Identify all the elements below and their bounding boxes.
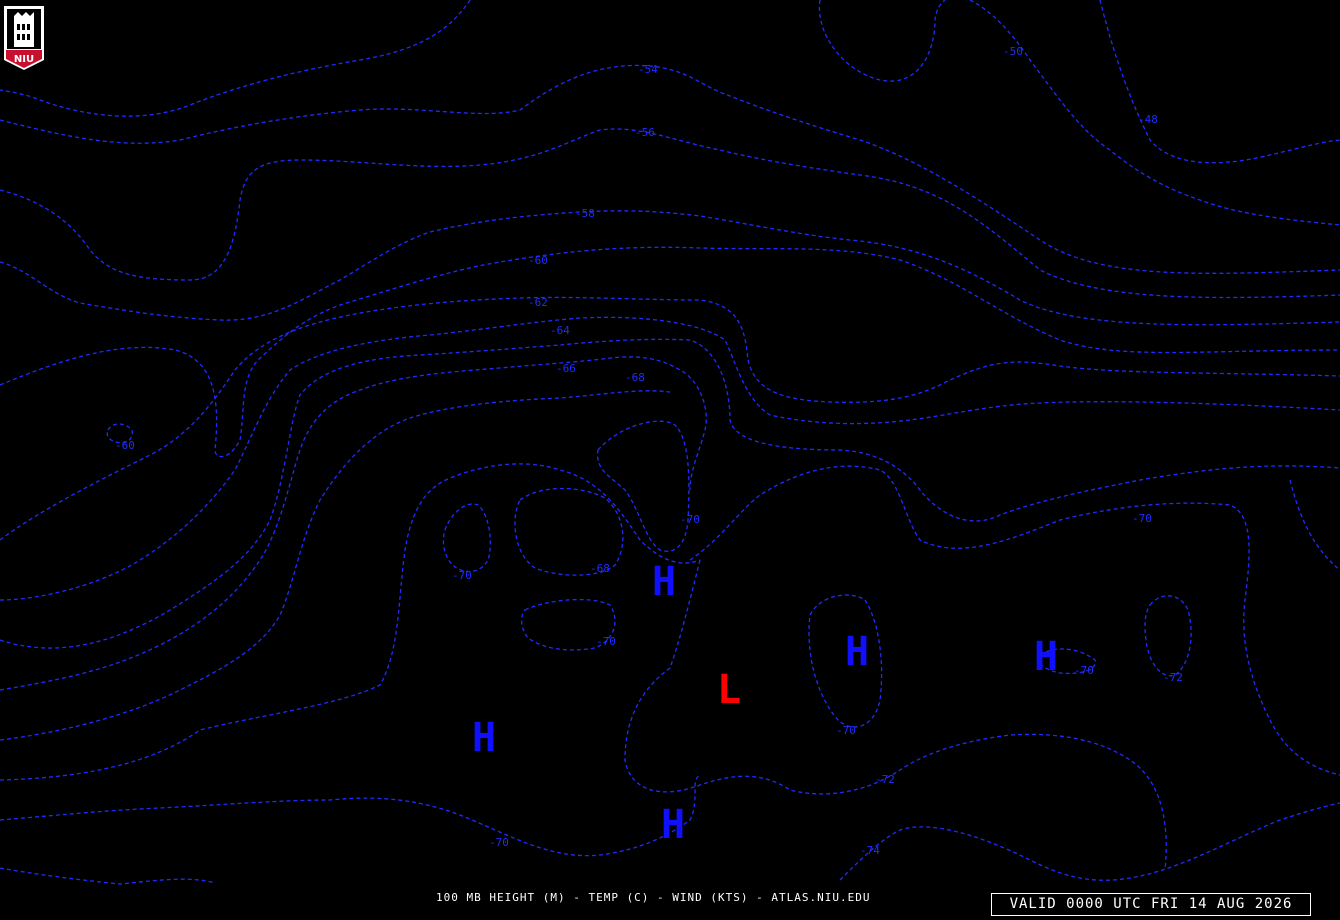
contour-line (0, 64, 1340, 274)
contour-label: -68 (590, 562, 610, 575)
contour-label: -60 (528, 254, 548, 267)
contour-label: -70 (452, 569, 472, 582)
high-pressure-center: H (845, 629, 869, 675)
contour-line (1289, 479, 1340, 571)
contour-label: -74 (860, 844, 880, 857)
contour-line (0, 296, 1340, 541)
contour-line (0, 210, 1340, 326)
niu-logo: NIU (4, 6, 44, 70)
contour-line (624, 559, 1167, 871)
contour-line (1144, 595, 1192, 677)
product-label: 100 MB HEIGHT (M) - TEMP (C) - WIND (KTS… (436, 891, 871, 904)
contour-line (0, 463, 701, 781)
pressure-centers: H H H H H L (472, 559, 1058, 848)
contour-label: -64 (550, 324, 570, 337)
weather-map: -50 -48 -54 -56 -58 -60 -62 -64 -66 -68 … (0, 0, 1340, 920)
contour-label: -70 (1132, 512, 1152, 525)
contour-line (818, 0, 946, 82)
logo-window (22, 34, 25, 40)
contour-label: -50 (1003, 45, 1023, 58)
valid-time-label: VALID 0000 UTC FRI 14 AUG 2026 (991, 893, 1311, 916)
contour-label: -56 (635, 126, 655, 139)
contour-label: -60 (115, 439, 135, 452)
high-pressure-center: H (472, 715, 496, 761)
contour-line (0, 867, 216, 885)
contour-line (597, 420, 690, 552)
contour-label: -70 (596, 635, 616, 648)
contour-label: -72 (1163, 671, 1183, 684)
contour-label: -70 (1074, 664, 1094, 677)
logo-window (27, 34, 30, 40)
logo-text: NIU (14, 54, 34, 65)
contour-line (0, 0, 471, 117)
contour-labels: -50 -48 -54 -56 -58 -60 -62 -64 -66 -68 … (115, 45, 1183, 857)
contour-line (689, 465, 1340, 776)
contour-map: -50 -48 -54 -56 -58 -60 -62 -64 -66 -68 … (0, 0, 1340, 885)
low-pressure-center: L (717, 667, 741, 713)
contour-label: -66 (556, 362, 576, 375)
contour-label: -70 (680, 513, 700, 526)
contour-line (0, 246, 1340, 458)
high-pressure-center: H (661, 802, 685, 848)
contour-label: -72 (875, 773, 895, 786)
contour-line (839, 802, 1340, 881)
contour-line (1099, 0, 1340, 164)
contour-label: -70 (489, 836, 509, 849)
contour-line (0, 316, 1340, 601)
contour-label: -68 (625, 371, 645, 384)
logo-window (22, 24, 25, 30)
contour-label: -70 (836, 724, 856, 737)
isotherm-contours (0, 0, 1340, 885)
contour-label: -62 (528, 296, 548, 309)
contour-line (442, 503, 491, 573)
contour-label: -58 (575, 207, 595, 220)
contour-label: -48 (1138, 113, 1158, 126)
high-pressure-center: H (652, 559, 676, 605)
logo-window (17, 34, 20, 40)
contour-line (0, 390, 671, 741)
logo-window (27, 24, 30, 30)
logo-window (17, 24, 20, 30)
high-pressure-center: H (1034, 634, 1058, 680)
contour-label: -54 (638, 63, 658, 76)
contour-line (0, 774, 701, 857)
